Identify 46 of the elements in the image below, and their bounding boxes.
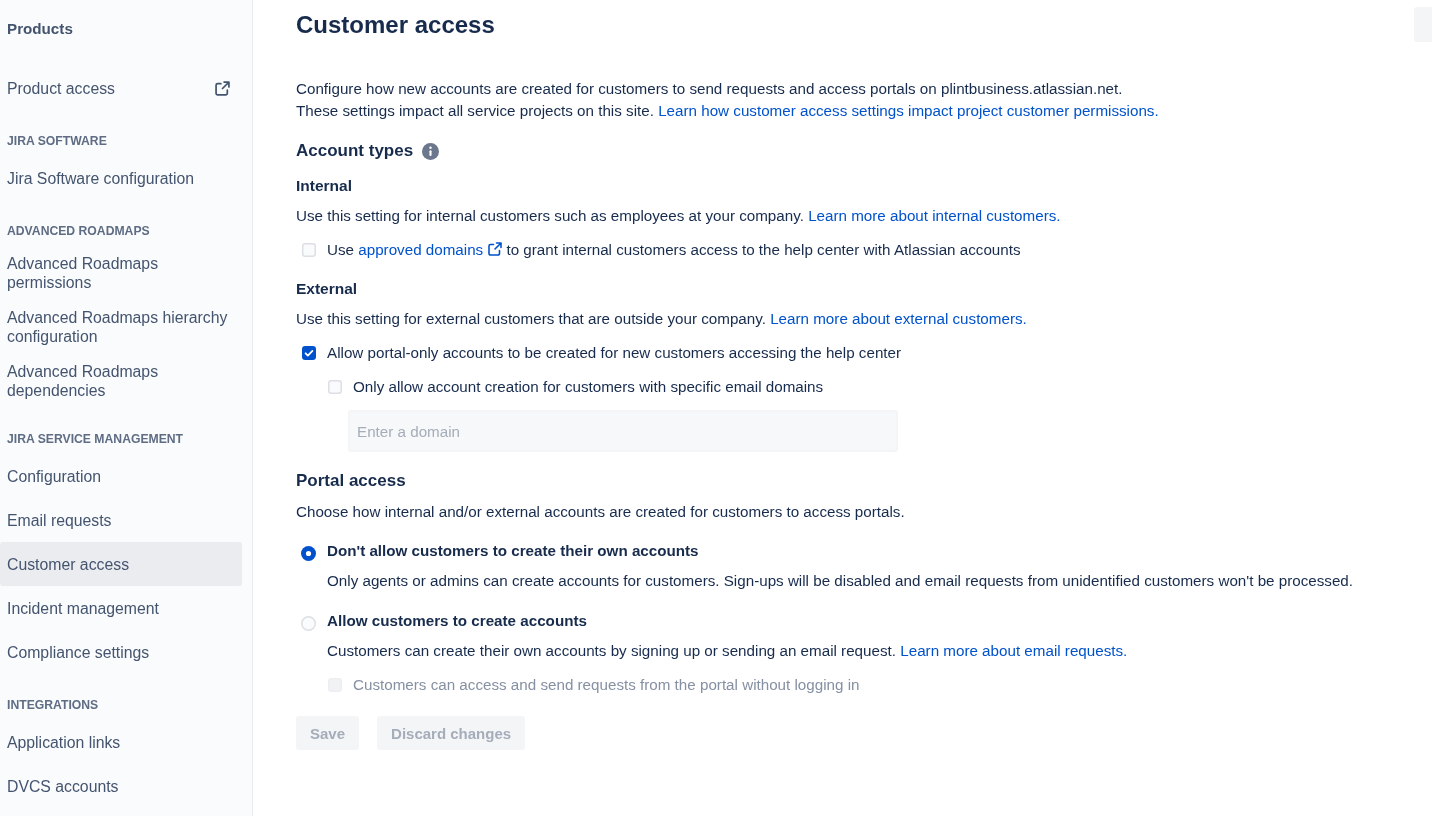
radio-button[interactable] xyxy=(301,546,316,561)
sidebar-title: Products xyxy=(6,19,73,38)
email-requests-link[interactable]: Learn more about email requests. xyxy=(900,642,1128,659)
sidebar-item[interactable]: Email requests xyxy=(0,498,242,542)
approved-domains-link[interactable]: approved domains xyxy=(358,241,503,258)
sidebar-item[interactable]: DVCS accounts xyxy=(0,764,242,808)
checkbox-label[interactable]: Only allow account creation for customers with specific email domains xyxy=(353,377,824,397)
group-heading: External xyxy=(296,279,359,299)
sidebar-section-heading: JIRA SERVICE MANAGEMENT xyxy=(7,431,184,447)
sidebar-item[interactable]: Advanced Roadmaps hierarchy configuration xyxy=(0,300,242,354)
sidebar-item[interactable]: Advanced Roadmaps dependencies xyxy=(0,354,242,408)
learn-more-link[interactable]: Learn more about external customers. xyxy=(770,310,1027,327)
section-heading: Portal access xyxy=(296,471,406,491)
sidebar-item[interactable]: Customer access xyxy=(0,542,242,586)
info-icon[interactable] xyxy=(422,142,440,160)
external-link-icon xyxy=(488,242,503,256)
option-description: Only agents or admins can create accounts for customers. Sign-ups will be disabled and email requests from unidentified customers won't be processed. xyxy=(326,571,1355,591)
intro-text: These settings impact all service projects on this site. Learn how customer access settings impact project customer permissions. xyxy=(296,101,1160,121)
sidebar-item[interactable]: Compliance settings xyxy=(0,630,242,674)
sidebar-item[interactable]: Jira Software configuration xyxy=(0,156,242,200)
sidebar-section-heading: ADVANCED ROADMAPS xyxy=(7,223,150,239)
sidebar-section-heading: JIRA SOFTWARE xyxy=(7,133,107,149)
option-description: Customers can create their own accounts by signing up or sending an email request. Learn more about email requests. xyxy=(326,641,1129,661)
radio-label[interactable]: Allow customers to create accounts xyxy=(327,611,587,631)
radio-button[interactable] xyxy=(301,616,316,631)
permissions-help-link[interactable]: Learn how customer access settings impact project customer permissions. xyxy=(658,102,1159,119)
page-title: Customer access xyxy=(296,10,495,40)
learn-more-link[interactable]: Learn more about internal customers. xyxy=(808,207,1061,224)
checkbox[interactable] xyxy=(302,346,316,360)
domain-input[interactable]: Enter a domain xyxy=(348,410,898,452)
section-description: Choose how internal and/or external accounts are created for customers to access portals. xyxy=(296,502,906,522)
sidebar-item[interactable]: Advanced Roadmaps permissions xyxy=(0,246,242,300)
group-description: Use this setting for internal customers such as employees at your company. Learn more about internal customers. xyxy=(296,206,1062,226)
intro-text: Configure how new accounts are created for customers to send requests and access portals on plintbusiness.atlassian.net. xyxy=(296,79,1124,99)
group-description: Use this setting for external customers that are outside your company. Learn more about external customers. xyxy=(296,309,1028,329)
section-heading: Account types xyxy=(296,141,414,161)
sidebar-item[interactable]: Incident management xyxy=(0,586,242,630)
sidebar-section-heading: INTEGRATIONS xyxy=(7,697,99,713)
sidebar-item[interactable]: Product access xyxy=(0,66,242,110)
sidebar-item[interactable]: Application links xyxy=(0,720,242,764)
external-link-icon xyxy=(215,80,230,96)
sidebar-item[interactable]: Configuration xyxy=(0,454,242,498)
checkbox-label[interactable]: Use approved domains to grant internal customers access to the help center with Atlassian accounts xyxy=(327,240,1021,260)
checkbox-label[interactable]: Allow portal-only accounts to be created for new customers accessing the help center xyxy=(327,343,902,363)
group-heading: Internal xyxy=(296,176,353,196)
radio-label[interactable]: Don't allow customers to create their own accounts xyxy=(327,541,699,561)
